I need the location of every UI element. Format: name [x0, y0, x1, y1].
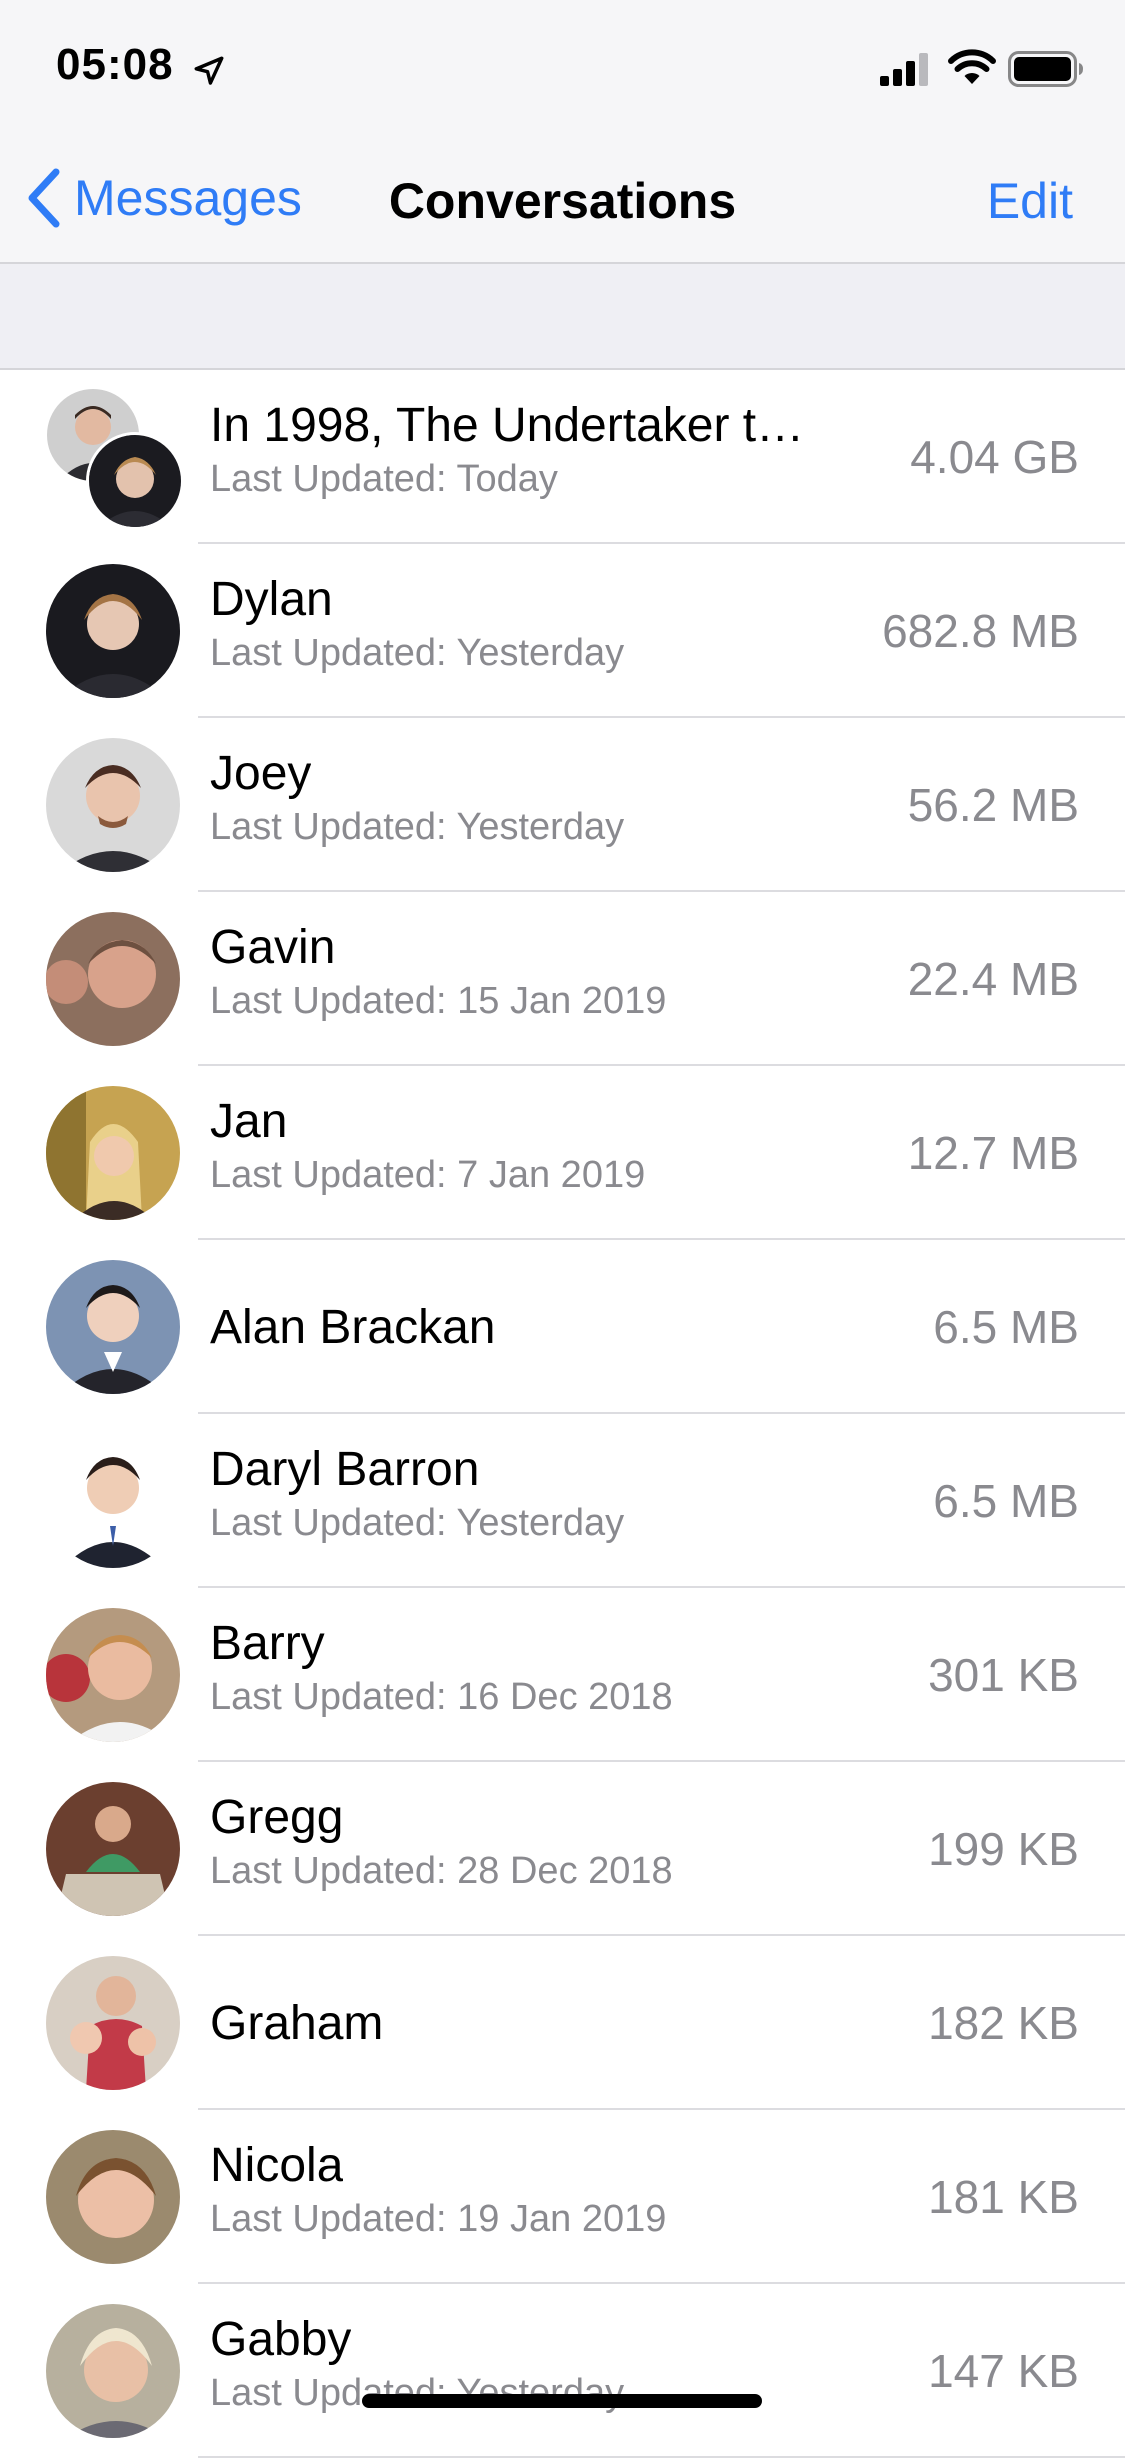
conversation-row[interactable]: Gabby Last Updated: Yesterday 147 KB [0, 2284, 1125, 2458]
conversation-size: 147 KB [928, 2345, 1079, 2397]
status-time: 05:08 [56, 40, 174, 89]
conversation-size: 56.2 MB [907, 779, 1079, 831]
conversation-size: 199 KB [928, 1823, 1079, 1875]
conversation-name: In 1998, The Undertaker t… [210, 399, 805, 452]
last-updated-text: Last Updated: Yesterday [210, 632, 625, 674]
conversation-row[interactable]: Gregg Last Updated: 28 Dec 2018 199 KB [0, 1762, 1125, 1936]
conversation-name: Gregg [210, 1791, 344, 1844]
conversation-size: 682.8 MB [882, 605, 1079, 657]
conversation-row[interactable]: Gavin Last Updated: 15 Jan 2019 22.4 MB [0, 892, 1125, 1066]
conversation-size: 12.7 MB [907, 1127, 1079, 1179]
conversation-name: Nicola [210, 2139, 344, 2192]
conversation-name: Alan Brackan [210, 1301, 496, 1354]
contact-avatar [46, 738, 180, 872]
wifi-icon [948, 49, 996, 84]
conversation-name: Dylan [210, 573, 333, 626]
conversation-name: Barry [210, 1617, 325, 1670]
contact-avatar [46, 1434, 180, 1568]
conversation-size: 4.04 GB [910, 431, 1079, 483]
conversation-size: 181 KB [928, 2171, 1079, 2223]
back-button-label: Messages [74, 170, 302, 226]
status-bar: 05:08 [0, 0, 1125, 132]
chevron-left-icon [28, 168, 60, 228]
conversation-name: Daryl Barron [210, 1443, 480, 1496]
location-arrow-icon [194, 56, 224, 85]
conversation-row[interactable]: Jan Last Updated: 7 Jan 2019 12.7 MB [0, 1066, 1125, 1240]
back-button[interactable]: Messages [22, 162, 302, 234]
last-updated-text: Last Updated: Yesterday [210, 1502, 625, 1544]
group-member-avatar [86, 432, 184, 530]
conversation-name: Jan [210, 1095, 288, 1148]
conversation-list: In 1998, The Undertaker t… Last Updated:… [0, 370, 1125, 2458]
conversation-row[interactable]: Joey Last Updated: Yesterday 56.2 MB [0, 718, 1125, 892]
conversation-size: 22.4 MB [907, 953, 1079, 1005]
conversation-size: 6.5 MB [933, 1301, 1079, 1353]
contact-avatar [46, 1260, 180, 1394]
last-updated-text: Last Updated: 16 Dec 2018 [210, 1676, 673, 1718]
conversation-row[interactable]: Graham 182 KB [0, 1936, 1125, 2110]
last-updated-text: Last Updated: 19 Jan 2019 [210, 2198, 667, 2240]
contact-avatar [46, 564, 180, 698]
conversation-row[interactable]: Nicola Last Updated: 19 Jan 2019 181 KB [0, 2110, 1125, 2284]
conversation-size: 6.5 MB [933, 1475, 1079, 1527]
conversation-row[interactable]: Barry Last Updated: 16 Dec 2018 301 KB [0, 1588, 1125, 1762]
contact-avatar [46, 1086, 180, 1220]
last-updated-text: Last Updated: Today [210, 458, 558, 500]
group-avatar [44, 386, 184, 530]
conversation-row[interactable]: In 1998, The Undertaker t… Last Updated:… [0, 370, 1125, 544]
conversation-row[interactable]: Dylan Last Updated: Yesterday 682.8 MB [0, 544, 1125, 718]
conversation-row[interactable]: Alan Brackan 6.5 MB [0, 1240, 1125, 1414]
section-header-spacer [0, 264, 1125, 370]
battery-icon [1008, 51, 1083, 87]
conversation-name: Joey [210, 747, 312, 800]
cellular-signal-icon [880, 53, 928, 86]
contact-avatar [46, 1782, 180, 1916]
contact-avatar [46, 2304, 180, 2438]
contact-avatar [46, 2130, 180, 2264]
last-updated-text: Last Updated: 28 Dec 2018 [210, 1850, 673, 1892]
contact-avatar [46, 912, 180, 1046]
contact-avatar [46, 1608, 180, 1742]
contact-avatar [46, 1956, 180, 2090]
conversation-name: Graham [210, 1997, 384, 2050]
last-updated-text: Last Updated: 15 Jan 2019 [210, 980, 667, 1022]
home-indicator[interactable] [362, 2394, 762, 2408]
last-updated-text: Last Updated: 7 Jan 2019 [210, 1154, 646, 1196]
last-updated-text: Last Updated: Yesterday [210, 806, 625, 848]
conversation-row[interactable]: Daryl Barron Last Updated: Yesterday 6.5… [0, 1414, 1125, 1588]
conversation-name: Gabby [210, 2313, 352, 2366]
navigation-bar: Messages Conversations Edit [0, 132, 1125, 264]
conversation-name: Gavin [210, 921, 336, 974]
conversation-size: 301 KB [928, 1649, 1079, 1701]
conversation-size: 182 KB [928, 1997, 1079, 2049]
edit-button[interactable]: Edit [987, 172, 1073, 230]
